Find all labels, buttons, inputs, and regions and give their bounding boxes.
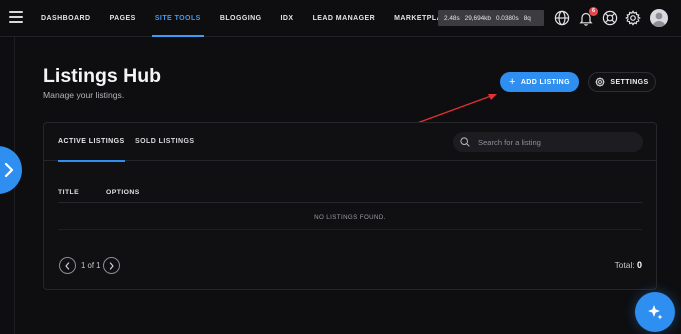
column-header-options: OPTIONS <box>106 189 140 196</box>
listing-search <box>453 132 643 152</box>
pagination-info: 1 of 1 <box>81 261 101 270</box>
nav-item-dashboard[interactable]: DASHBOARD <box>41 0 91 37</box>
add-listing-label: ADD LISTING <box>520 78 570 86</box>
notification-badge: 6 <box>589 7 598 16</box>
plus-icon: + <box>509 75 516 88</box>
settings-label: SETTINGS <box>610 78 649 86</box>
gear-icon <box>595 77 606 87</box>
next-page-button[interactable] <box>103 257 120 274</box>
globe-icon[interactable] <box>554 10 570 26</box>
table-header-divider <box>58 202 642 203</box>
total-label: Total: <box>614 260 635 270</box>
search-icon <box>460 137 470 147</box>
chevron-left-icon <box>65 261 70 270</box>
total-count: Total: 0 <box>615 260 642 270</box>
previous-page-button[interactable] <box>59 257 76 274</box>
nav-item-blogging[interactable]: BLOGGING <box>220 0 262 37</box>
search-input[interactable] <box>478 137 638 147</box>
listings-card: ACTIVE LISTINGS SOLD LISTINGS TITLE OPTI… <box>43 122 657 290</box>
empty-state-message: NO LISTINGS FOUND. <box>314 214 386 221</box>
tab-active-listings[interactable]: ACTIVE LISTINGS <box>58 123 125 162</box>
performance-stats: 2.48s 29,694kb 0.0380s 8q <box>438 10 544 26</box>
sparkle-icon <box>648 305 663 320</box>
total-value: 0 <box>636 260 642 270</box>
table-divider <box>58 229 642 230</box>
tab-sold-listings[interactable]: SOLD LISTINGS <box>135 123 195 161</box>
perf-query-count: 8q <box>523 14 531 22</box>
sidebar-expand-button[interactable] <box>0 146 22 194</box>
add-listing-button[interactable]: + ADD LISTING <box>500 72 579 92</box>
nav-item-lead-manager[interactable]: LEAD MANAGER <box>313 0 376 37</box>
settings-button[interactable]: SETTINGS <box>588 72 656 92</box>
perf-query-time: 0.0380s <box>495 14 519 22</box>
nav-item-site-tools[interactable]: SITE TOOLS <box>151 0 204 37</box>
column-header-title[interactable]: TITLE <box>58 189 79 196</box>
user-avatar[interactable] <box>650 9 668 27</box>
perf-load-time: 2.48s <box>444 14 460 22</box>
gear-icon[interactable] <box>625 10 641 26</box>
page-subtitle: Manage your listings. <box>43 90 125 100</box>
chevron-right-icon <box>109 261 114 270</box>
listings-tabs: ACTIVE LISTINGS SOLD LISTINGS <box>44 123 656 162</box>
nav-item-idx[interactable]: IDX <box>281 0 294 37</box>
top-navigation-bar: DASHBOARD PAGES SITE TOOLS BLOGGING IDX … <box>0 0 681 37</box>
main-nav: DASHBOARD PAGES SITE TOOLS BLOGGING IDX … <box>41 0 472 37</box>
hamburger-icon[interactable] <box>9 11 23 23</box>
perf-memory: 29,694kb <box>464 14 491 22</box>
page-title: Listings Hub <box>43 65 162 87</box>
nav-item-pages[interactable]: PAGES <box>110 0 136 37</box>
chevron-right-icon <box>4 162 14 178</box>
lifebuoy-icon[interactable] <box>602 10 618 26</box>
ai-assistant-button[interactable] <box>635 292 675 332</box>
